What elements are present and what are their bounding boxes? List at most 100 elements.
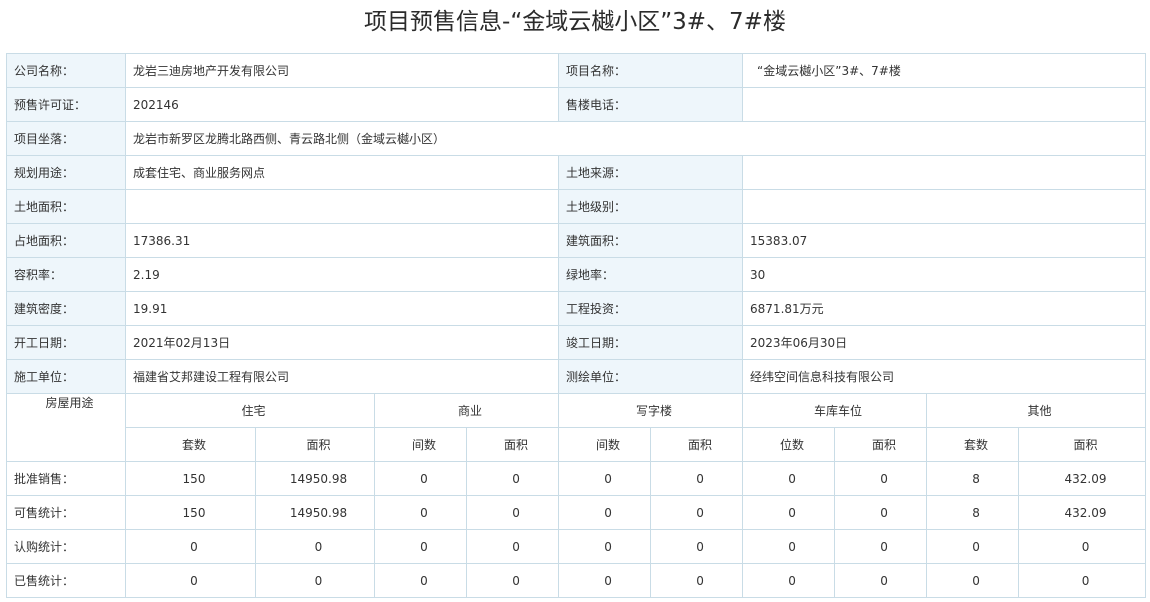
stats-cell: 0 [926,529,1020,564]
stats-cell: 0 [374,461,467,496]
subheader: 面积 [255,427,375,462]
build-area-value: 15383.07 [742,223,1147,258]
start-date-label: 开工日期： [6,325,126,360]
group-header-commercial: 商业 [373,393,560,428]
stats-cell: 0 [742,563,836,598]
group-header-other: 其他 [926,393,1147,428]
site-area-value: 17386.31 [124,223,560,258]
stats-row-label: 批准销售： [6,461,126,496]
company-label: 公司名称： [6,53,126,88]
density-label: 建筑密度： [6,291,126,326]
row-site-area: 占地面积： 17386.31 建筑面积： 15383.07 [6,223,1147,258]
stats-row-sold: 已售统计： 0 0 0 0 0 0 0 0 0 0 [6,563,1147,598]
stats-cell: 0 [650,495,744,530]
investment-label: 工程投资： [558,291,744,326]
land-grade-label: 土地级别： [558,189,744,224]
project-value: “金域云樾小区”3#、7#楼 [742,53,1147,88]
land-source-value [742,155,1147,190]
stats-cell: 0 [742,495,836,530]
location-value: 龙岩市新罗区龙腾北路西侧、青云路北侧（金域云樾小区） [124,121,1147,156]
stats-cell: 0 [834,529,928,564]
row-usage: 规划用途： 成套住宅、商业服务网点 土地来源： [6,155,1147,190]
subheader: 间数 [374,427,467,462]
row-builder: 施工单位： 福建省艾邦建设工程有限公司 测绘单位： 经纬空间信息科技有限公司 [6,359,1147,394]
stats-cell: 0 [558,529,652,564]
usage-header: 房屋用途 [6,393,126,462]
stats-cell: 150 [125,495,256,530]
finish-date-label: 竣工日期： [558,325,744,360]
stats-row-label: 认购统计： [6,529,126,564]
row-density: 建筑密度： 19.91 工程投资： 6871.81万元 [6,291,1147,326]
stats-row-label: 可售统计： [6,495,126,530]
builder-value: 福建省艾邦建设工程有限公司 [124,359,560,394]
stats-group-header-row: 房屋用途 住宅 商业 写字楼 车库车位 其他 [6,393,1147,462]
subheader: 面积 [650,427,744,462]
stats-cell: 0 [742,461,836,496]
stats-cell: 432.09 [1018,461,1147,496]
green-ratio-value: 30 [742,257,1147,292]
stats-cell: 150 [125,461,256,496]
stats-cell: 8 [926,495,1020,530]
land-source-label: 土地来源： [558,155,744,190]
stats-cell: 0 [465,529,560,564]
group-header-office: 写字楼 [558,393,744,428]
stats-cell: 0 [650,529,744,564]
stats-cell: 0 [650,563,744,598]
page-title: 项目预售信息-“金域云樾小区”3#、7#楼 [364,9,786,35]
stats-cell: 0 [374,563,467,598]
stats-cell: 432.09 [1018,495,1147,530]
row-land-area: 土地面积： 土地级别： [6,189,1147,224]
group-header-parking: 车库车位 [742,393,928,428]
phone-value [742,87,1147,122]
subheader: 面积 [1018,427,1147,462]
start-date-value: 2021年02月13日 [124,325,560,360]
builder-label: 施工单位： [6,359,126,394]
stats-row-available: 可售统计： 150 14950.98 0 0 0 0 0 0 8 432.09 [6,495,1147,530]
phone-label: 售楼电话： [558,87,744,122]
subheader: 面积 [834,427,928,462]
stats-cell: 0 [742,529,836,564]
subheader: 套数 [125,427,256,462]
stats-cell: 0 [834,495,928,530]
stats-cell: 0 [834,461,928,496]
stats-cell: 0 [465,495,560,530]
investment-value: 6871.81万元 [742,291,1147,326]
stats-cell: 0 [255,529,375,564]
company-value: 龙岩三迪房地产开发有限公司 [124,53,560,88]
stats-cell: 0 [834,563,928,598]
stats-cell: 14950.98 [255,495,375,530]
stats-cell: 0 [125,563,256,598]
stats-cell: 0 [255,563,375,598]
finish-date-value: 2023年06月30日 [742,325,1147,360]
surveyor-label: 测绘单位： [558,359,744,394]
project-label: 项目名称： [558,53,744,88]
permit-value: 202146 [124,87,560,122]
stats-cell: 0 [1018,563,1147,598]
stats-cell: 0 [926,563,1020,598]
stats-cell: 0 [558,495,652,530]
usage-label: 规划用途： [6,155,126,190]
stats-sub-header-row: 套数 面积 间数 面积 间数 面积 位数 面积 套数 面积 [7,427,1147,462]
stats-cell: 0 [374,495,467,530]
land-area-value [124,189,560,224]
stats-cell: 0 [465,563,560,598]
build-area-label: 建筑面积： [558,223,744,258]
row-start-date: 开工日期： 2021年02月13日 竣工日期： 2023年06月30日 [6,325,1147,360]
row-company: 公司名称： 龙岩三迪房地产开发有限公司 项目名称： “金域云樾小区”3#、7#楼 [6,53,1147,88]
stats-cell: 0 [1018,529,1147,564]
permit-label: 预售许可证： [6,87,126,122]
plot-ratio-label: 容积率： [6,257,126,292]
density-value: 19.91 [124,291,560,326]
stats-row-subscribed: 认购统计： 0 0 0 0 0 0 0 0 0 0 [6,529,1147,564]
subheader: 位数 [742,427,836,462]
land-area-label: 土地面积： [6,189,126,224]
subheader: 间数 [558,427,652,462]
stats-row-label: 已售统计： [6,563,126,598]
stats-cell: 0 [650,461,744,496]
land-grade-value [742,189,1147,224]
subheader: 套数 [926,427,1020,462]
usage-value: 成套住宅、商业服务网点 [124,155,560,190]
stats-cell: 0 [465,461,560,496]
row-plot-ratio: 容积率： 2.19 绿地率： 30 [6,257,1147,292]
plot-ratio-value: 2.19 [124,257,560,292]
